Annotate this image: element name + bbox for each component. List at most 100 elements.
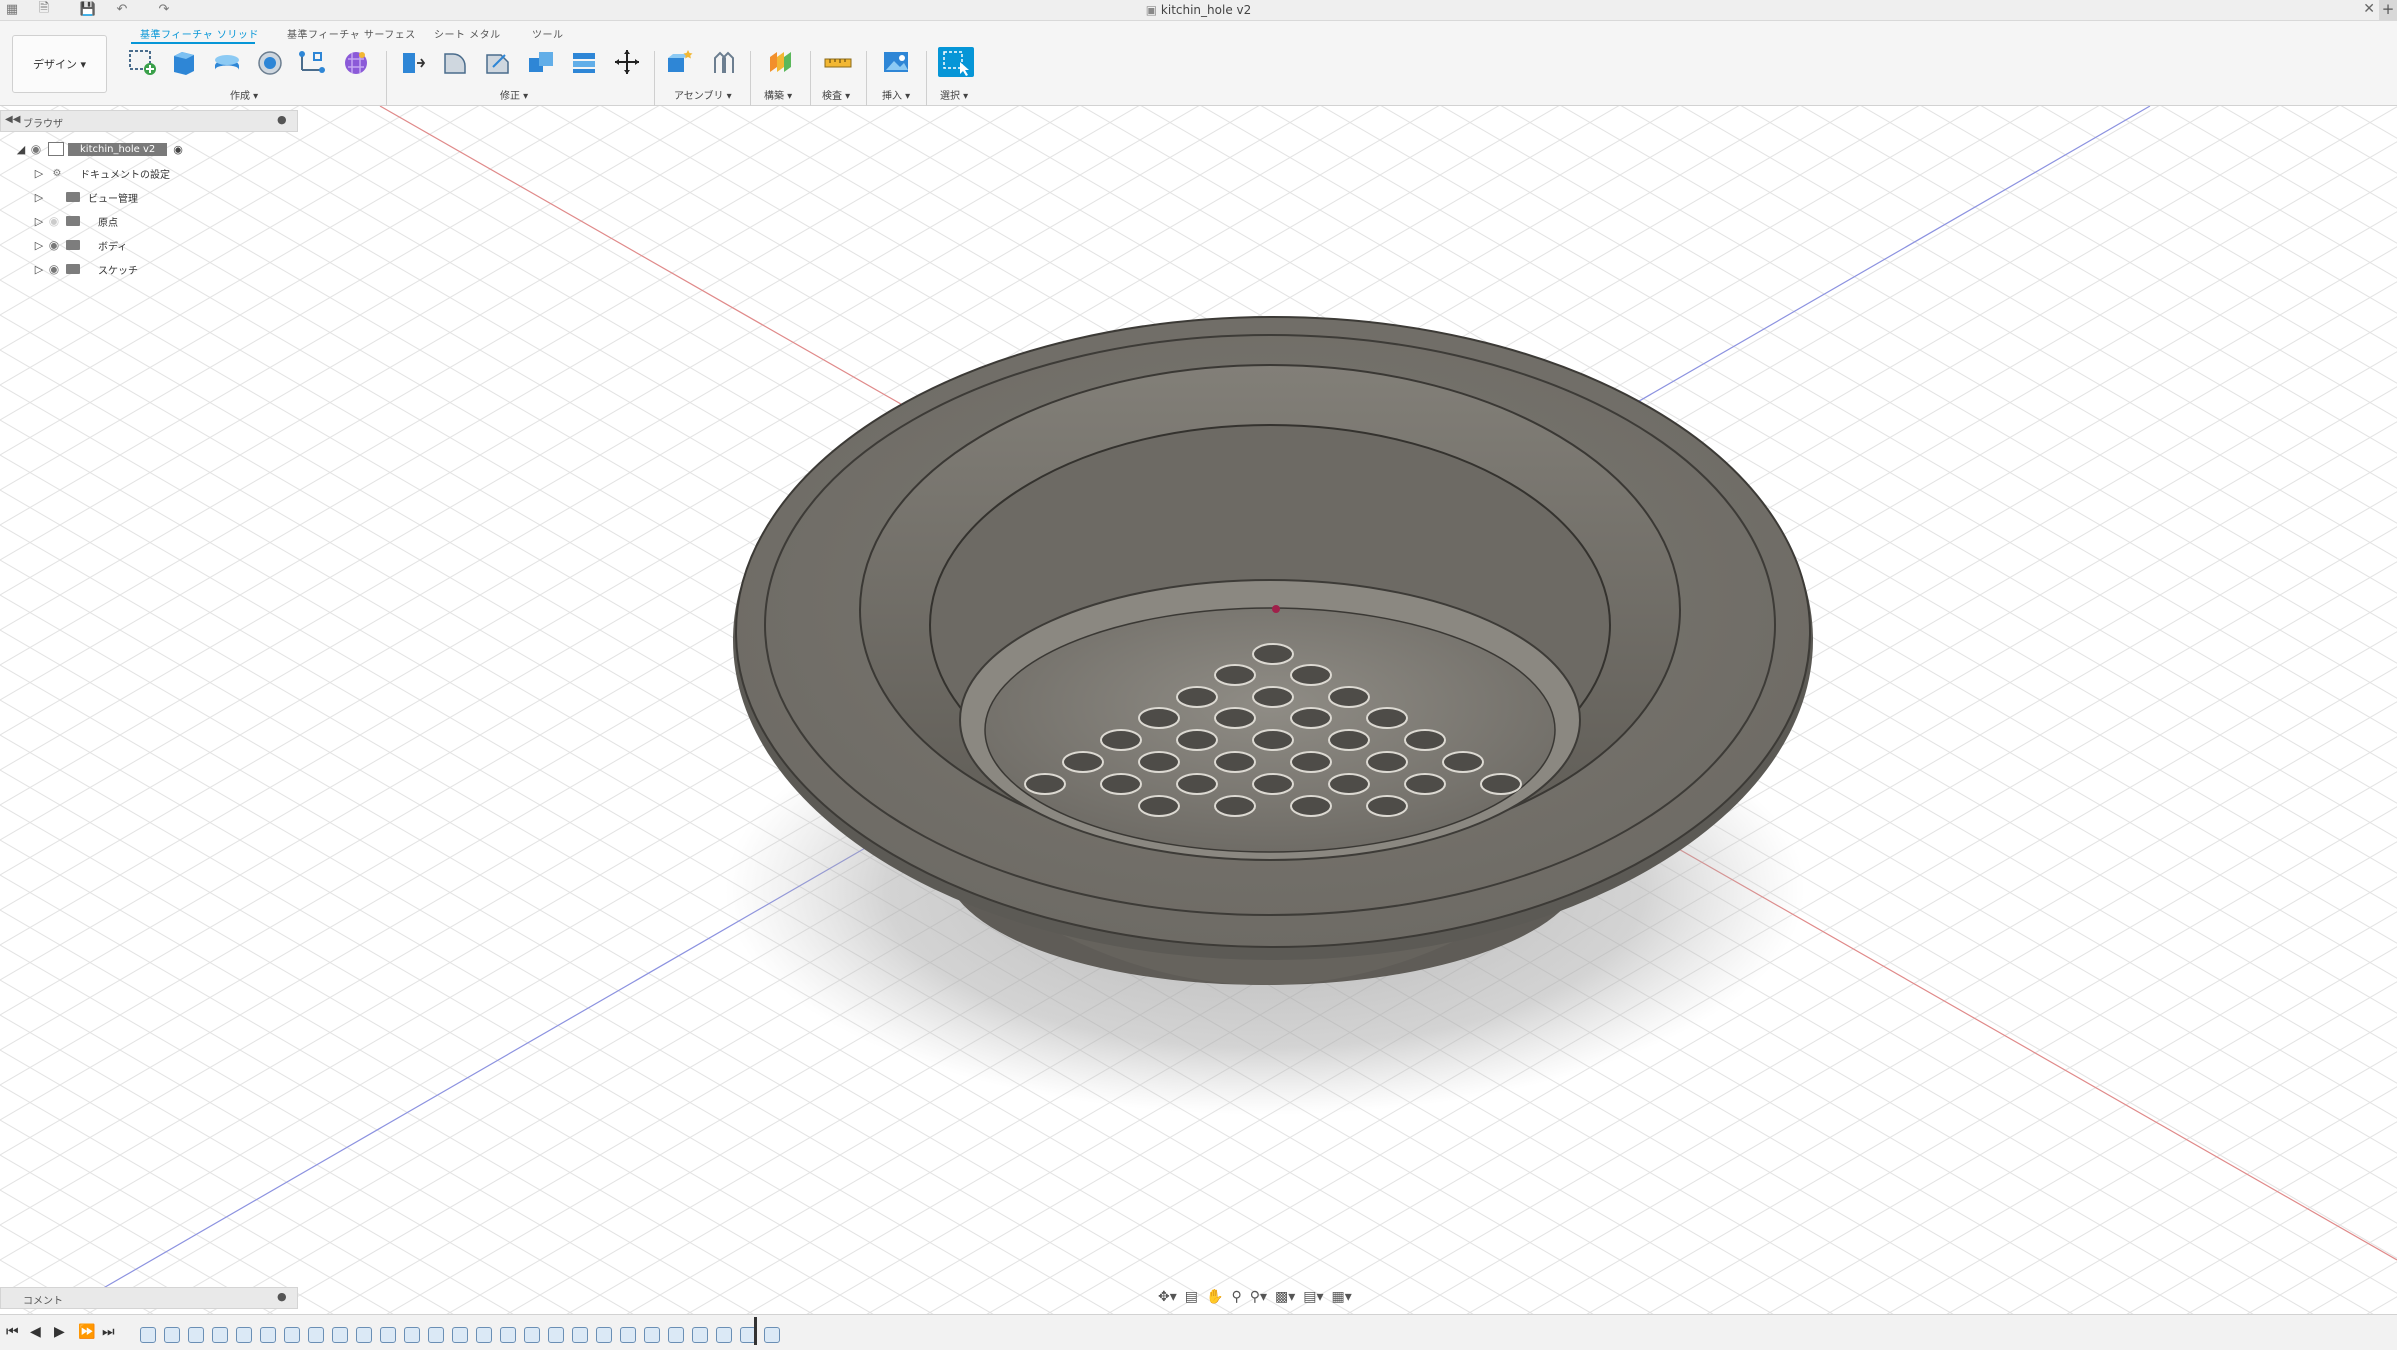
modify-group-label[interactable]: 修正 ▾ xyxy=(500,87,528,102)
play-icon[interactable]: ▶ xyxy=(54,1324,65,1340)
timeline-feature-icon[interactable] xyxy=(164,1327,180,1343)
gear-icon: ⚙ xyxy=(52,167,62,179)
new-tab-icon[interactable]: + xyxy=(2379,0,2397,20)
timeline-feature-icon[interactable] xyxy=(500,1327,516,1343)
tab-surface[interactable]: 基準フィーチャ サーフェス xyxy=(287,26,416,41)
create-sketch-icon[interactable] xyxy=(124,47,160,77)
tree-item-origin[interactable]: ▷ ◉ 原点 xyxy=(0,210,300,232)
insert-image-icon[interactable] xyxy=(878,47,914,77)
timeline-feature-icon[interactable] xyxy=(764,1327,780,1343)
move-icon[interactable] xyxy=(609,47,645,77)
expand-triangle-icon[interactable]: ▷ xyxy=(32,239,46,252)
group-divider xyxy=(810,51,811,109)
pattern-icon[interactable] xyxy=(294,47,330,77)
sweep-icon[interactable] xyxy=(252,47,288,77)
workspace-switcher[interactable]: デザイン ▾ xyxy=(12,35,107,93)
timeline-feature-icon[interactable] xyxy=(332,1327,348,1343)
timeline-feature-icon[interactable] xyxy=(548,1327,564,1343)
assemble-group-label[interactable]: アセンブリ ▾ xyxy=(674,87,732,102)
step-back-icon[interactable]: ◀ xyxy=(30,1324,41,1340)
comments-panel[interactable]: コメント ● xyxy=(0,1287,298,1309)
timeline-feature-icon[interactable] xyxy=(452,1327,468,1343)
timeline-marker[interactable] xyxy=(754,1317,757,1345)
grid-settings-icon[interactable]: ▤▾ xyxy=(1303,1289,1323,1305)
timeline-feature-icon[interactable] xyxy=(308,1327,324,1343)
timeline-feature-icon[interactable] xyxy=(284,1327,300,1343)
timeline-feature-icon[interactable] xyxy=(572,1327,588,1343)
pin-icon[interactable]: ● xyxy=(277,1290,287,1303)
visibility-eye-icon[interactable]: ◉ xyxy=(46,214,62,228)
inspect-group-label[interactable]: 検査 ▾ xyxy=(822,87,850,102)
timeline-feature-icon[interactable] xyxy=(236,1327,252,1343)
visibility-eye-icon[interactable]: ◉ xyxy=(46,238,62,252)
select-icon[interactable] xyxy=(938,47,974,77)
tree-item-bodies[interactable]: ▷ ◉ ボディ xyxy=(0,234,300,256)
new-component-icon[interactable] xyxy=(661,47,697,77)
activate-radio-icon[interactable]: ◉ xyxy=(173,143,183,156)
go-to-end-icon[interactable]: ⏭ xyxy=(102,1324,115,1340)
revolve-icon[interactable] xyxy=(209,47,245,77)
timeline-feature-icon[interactable] xyxy=(212,1327,228,1343)
expand-triangle-icon[interactable]: ▷ xyxy=(32,167,46,180)
construct-group-label[interactable]: 構築 ▾ xyxy=(764,87,792,102)
visibility-eye-icon[interactable]: ◉ xyxy=(46,262,62,276)
timeline-feature-icon[interactable] xyxy=(428,1327,444,1343)
viewports-icon[interactable]: ▦▾ xyxy=(1332,1289,1352,1305)
collapse-triangle-icon[interactable]: ◢ xyxy=(14,143,28,156)
folder-icon xyxy=(66,192,80,202)
insert-group-label[interactable]: 挿入 ▾ xyxy=(882,87,910,102)
fit-zoom-icon[interactable]: ⚲▾ xyxy=(1250,1289,1267,1305)
component-icon xyxy=(48,142,64,156)
go-to-start-icon[interactable]: ⏮ xyxy=(6,1324,19,1340)
tab-sheet-metal[interactable]: シート メタル xyxy=(434,26,501,41)
select-group-label[interactable]: 選択 ▾ xyxy=(940,87,968,102)
pan-hand-icon[interactable]: ✋ xyxy=(1206,1289,1223,1305)
tab-tools[interactable]: ツール xyxy=(532,26,564,41)
timeline-feature-icon[interactable] xyxy=(476,1327,492,1343)
create-group-label[interactable]: 作成 ▾ xyxy=(230,87,258,102)
display-settings-icon[interactable]: ▩▾ xyxy=(1275,1289,1295,1305)
timeline-feature-icon[interactable] xyxy=(140,1327,156,1343)
extrude-icon[interactable] xyxy=(166,47,202,77)
step-forward-icon[interactable]: ⏩ xyxy=(78,1324,95,1340)
close-icon[interactable]: ✕ xyxy=(2363,1,2375,17)
measure-icon[interactable] xyxy=(820,47,856,77)
shell-icon[interactable] xyxy=(566,47,602,77)
expand-triangle-icon[interactable]: ▷ xyxy=(32,191,46,204)
press-pull-icon[interactable] xyxy=(393,47,429,77)
pin-icon[interactable]: ● xyxy=(277,113,287,126)
origin-point[interactable] xyxy=(1272,605,1280,613)
timeline-feature-icon[interactable] xyxy=(380,1327,396,1343)
zoom-icon[interactable]: ⚲ xyxy=(1231,1289,1241,1305)
expand-triangle-icon[interactable]: ▷ xyxy=(32,215,46,228)
expand-triangle-icon[interactable]: ▷ xyxy=(32,263,46,276)
timeline-feature-icon[interactable] xyxy=(356,1327,372,1343)
collapse-panel-icon[interactable]: ◀◀ xyxy=(5,114,20,125)
look-at-icon[interactable]: ▤ xyxy=(1185,1289,1198,1305)
chamfer-icon[interactable] xyxy=(480,47,516,77)
fillet-icon[interactable] xyxy=(437,47,473,77)
offset-plane-icon[interactable] xyxy=(762,47,798,77)
folder-icon xyxy=(66,264,80,274)
joint-icon[interactable] xyxy=(705,47,741,77)
timeline-feature-icon[interactable] xyxy=(644,1327,660,1343)
tab-solid[interactable]: 基準フィーチャ ソリッド xyxy=(140,26,259,41)
timeline-feature-icon[interactable] xyxy=(620,1327,636,1343)
visibility-eye-icon[interactable]: ◉ xyxy=(28,142,44,156)
orbit-icon[interactable]: ✥▾ xyxy=(1158,1289,1177,1305)
timeline-feature-icon[interactable] xyxy=(692,1327,708,1343)
timeline-feature-icon[interactable] xyxy=(404,1327,420,1343)
combine-icon[interactable] xyxy=(523,47,559,77)
timeline-feature-icon[interactable] xyxy=(668,1327,684,1343)
tree-root[interactable]: ◢ ◉ kitchin_hole v2 ◉ xyxy=(0,138,300,160)
canvas-viewport[interactable] xyxy=(0,106,2397,1314)
timeline-feature-icon[interactable] xyxy=(716,1327,732,1343)
tree-item-sketches[interactable]: ▷ ◉ スケッチ xyxy=(0,258,300,280)
tree-item-document-settings[interactable]: ▷ ⚙ ドキュメントの設定 xyxy=(0,162,300,184)
timeline-feature-icon[interactable] xyxy=(524,1327,540,1343)
form-icon[interactable] xyxy=(338,47,374,77)
timeline-feature-icon[interactable] xyxy=(596,1327,612,1343)
tree-item-named-views[interactable]: ▷ ビュー管理 xyxy=(0,186,300,208)
timeline-feature-icon[interactable] xyxy=(260,1327,276,1343)
timeline-feature-icon[interactable] xyxy=(188,1327,204,1343)
